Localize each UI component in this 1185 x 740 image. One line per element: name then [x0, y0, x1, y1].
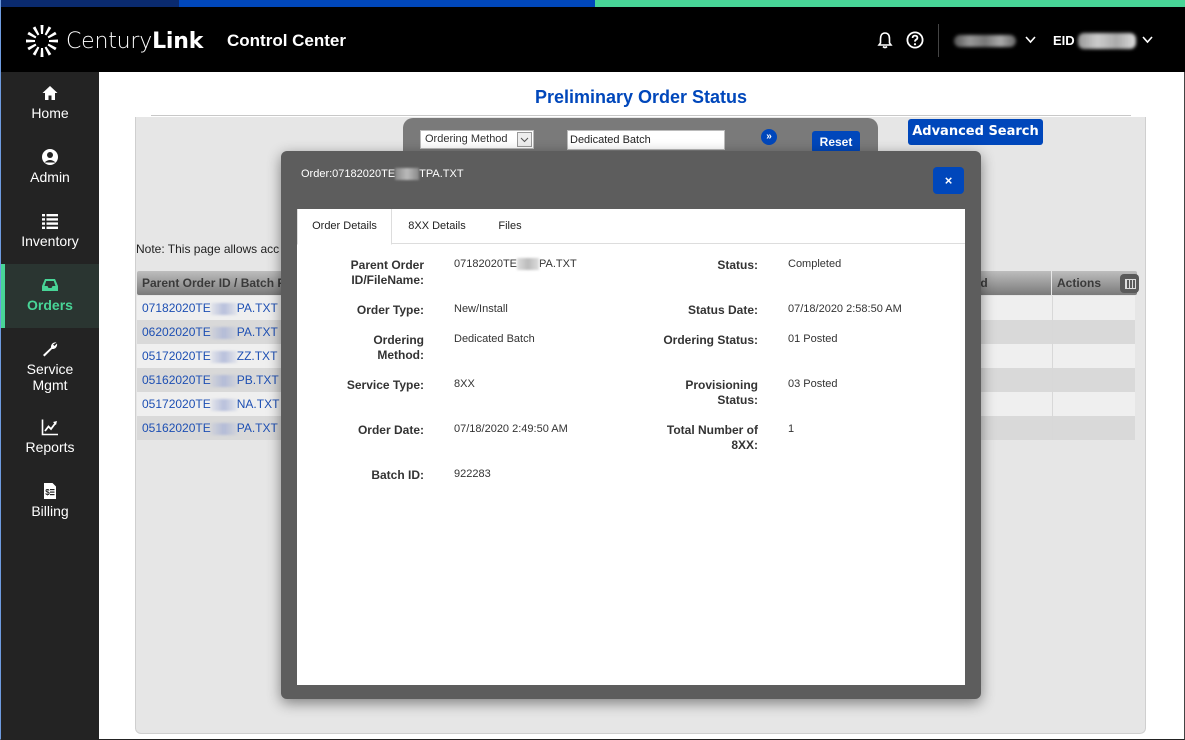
invoice-icon: $: [44, 483, 56, 499]
sidebar-item-label: Billing: [31, 503, 69, 519]
field-label-total-8xx: Total Number of 8XX:: [666, 423, 758, 452]
sidebar-item-orders[interactable]: Orders: [1, 264, 99, 328]
field-label-status-date: Status Date:: [687, 303, 758, 317]
field-label-parent-order: Parent Order ID/FileName:: [350, 258, 424, 287]
field-label-provisioning-status: Provisioning Status:: [685, 378, 758, 407]
search-value-input[interactable]: Dedicated Batch: [567, 130, 725, 150]
order-id-link[interactable]: 05162020TE PB.TXT: [142, 373, 279, 387]
tab-8xx-details[interactable]: 8XX Details: [397, 209, 477, 244]
advanced-search-button[interactable]: Advanced Search: [908, 119, 1043, 145]
app-window: CenturyLink Control Center EID Home Admi…: [0, 0, 1185, 740]
header-divider: [938, 24, 939, 57]
sidebar-item-billing[interactable]: $ Billing: [1, 470, 99, 534]
sidebar-item-label: Mgmt: [32, 377, 68, 393]
eid-value-redacted[interactable]: [1078, 33, 1136, 49]
order-id-link[interactable]: 05162020TE PA.TXT: [142, 421, 278, 435]
sidebar-item-label: Service: [26, 361, 74, 377]
order-details-modal: Order:07182020TE TPA.TXT × Order Details …: [281, 151, 981, 699]
field-value-ordering-method: Dedicated Batch: [454, 333, 535, 345]
app-title: Control Center: [227, 31, 346, 50]
modal-title: Order:07182020TE TPA.TXT: [301, 168, 464, 181]
logo-burst-icon: [26, 25, 58, 57]
field-label-order-date: Order Date:: [357, 423, 424, 437]
tab-files[interactable]: Files: [487, 209, 533, 244]
tab-order-details[interactable]: Order Details: [297, 209, 392, 245]
modal-body: Order Details 8XX Details Files Parent O…: [297, 209, 965, 685]
svg-text:$: $: [45, 488, 50, 497]
list-icon: [42, 214, 58, 229]
field-value-order-date: 07/18/2020 2:49:50 AM: [454, 423, 568, 435]
search-field-select[interactable]: Ordering Method: [420, 130, 534, 149]
field-value-batch-id: 922283: [454, 468, 491, 480]
sidebar-item-label: Inventory: [21, 233, 79, 249]
username-redacted[interactable]: [954, 35, 1016, 47]
field-value-order-type: New/Install: [454, 303, 508, 315]
field-value-ordering-status: 01 Posted: [788, 333, 838, 345]
sidebar-item-label: Home: [31, 105, 69, 121]
top-header: CenturyLink Control Center EID: [1, 7, 1185, 72]
field-label-service-type: Service Type:: [346, 378, 424, 392]
column-header-parent-order-id[interactable]: Parent Order ID / Batch F: [142, 271, 285, 295]
column-chooser-icon[interactable]: [1120, 274, 1139, 293]
help-icon[interactable]: [906, 31, 924, 49]
order-id-link[interactable]: 07182020TE PA.TXT: [142, 301, 278, 315]
modal-tabs: Order Details 8XX Details Files: [297, 209, 965, 245]
home-icon: [42, 86, 58, 100]
brand-name: CenturyLink: [66, 28, 204, 54]
sidebar-item-service-mgmt[interactable]: Service Mgmt: [1, 328, 99, 398]
sidebar-item-inventory[interactable]: Inventory: [1, 200, 99, 264]
field-label-ordering-status: Ordering Status:: [663, 333, 758, 347]
sidebar-item-label: Admin: [30, 169, 70, 185]
inbox-icon: [42, 279, 58, 291]
chevron-down-icon[interactable]: [1025, 34, 1036, 45]
field-value-provisioning-status: 03 Posted: [788, 378, 838, 390]
field-label-status: Status:: [717, 258, 758, 272]
dropdown-chevron-icon[interactable]: [517, 132, 532, 147]
sidebar-item-reports[interactable]: Reports: [1, 406, 99, 470]
field-value-service-type: 8XX: [454, 378, 475, 390]
field-label-batch-id: Batch ID:: [371, 468, 424, 482]
order-id-link[interactable]: 05172020TE NA.TXT: [142, 397, 279, 411]
field-value-total-8xx: 1: [788, 423, 795, 435]
search-field-select-value: Ordering Method: [425, 133, 508, 145]
brand-color-strip: [1, 0, 1185, 7]
search-go-button[interactable]: »: [761, 129, 777, 145]
bell-icon[interactable]: [876, 31, 894, 49]
user-circle-icon: [42, 149, 58, 165]
title-divider: [151, 115, 1131, 116]
sidebar-item-admin[interactable]: Admin: [1, 136, 99, 200]
field-label-order-type: Order Type:: [356, 303, 424, 317]
field-value-status: Completed: [788, 258, 842, 270]
sidebar-item-home[interactable]: Home: [1, 72, 99, 136]
sidebar-item-label: Orders: [27, 297, 73, 313]
close-button[interactable]: ×: [933, 167, 964, 194]
page-title: Preliminary Order Status: [534, 87, 748, 107]
sidebar-item-label: Reports: [25, 439, 75, 455]
order-id-link[interactable]: 06202020TE PA.TXT: [142, 325, 278, 339]
field-label-ordering-method: Ordering Method:: [373, 333, 424, 362]
order-id-link[interactable]: 05172020TE ZZ.TXT: [142, 349, 277, 363]
page-note: Note: This page allows acc: [136, 242, 280, 256]
field-value-parent-order: 07182020TE PA.TXT: [454, 258, 577, 271]
eid-label: EID: [1053, 33, 1075, 48]
field-value-status-date: 07/18/2020 2:58:50 AM: [788, 303, 902, 315]
chevron-down-icon[interactable]: [1142, 34, 1153, 45]
sidebar-nav: Home Admin Inventory Orders Service Mgmt…: [1, 72, 99, 740]
centurylink-logo[interactable]: CenturyLink: [25, 24, 203, 58]
reset-button[interactable]: Reset: [812, 131, 860, 153]
column-header-actions: Actions: [1057, 276, 1102, 290]
wrench-icon: [43, 342, 58, 357]
chart-line-icon: [41, 419, 58, 436]
